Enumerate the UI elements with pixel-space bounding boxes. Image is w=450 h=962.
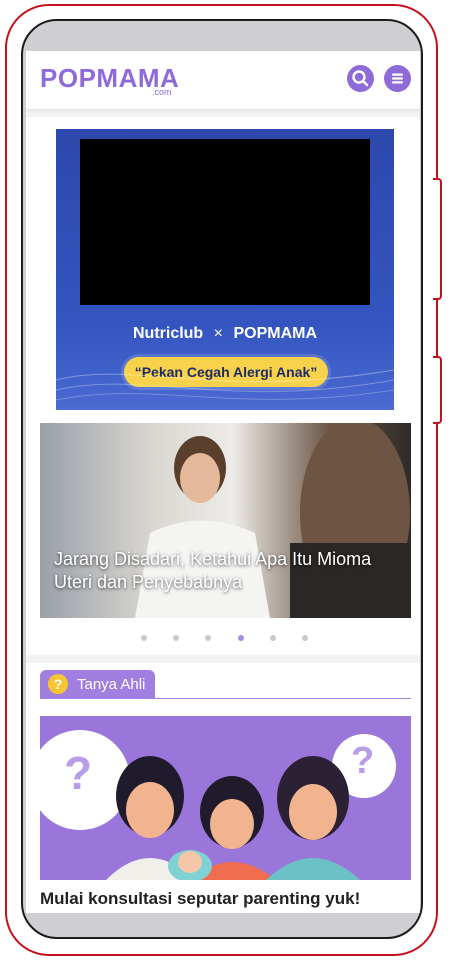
carousel-dot[interactable] (270, 635, 276, 641)
carousel-dot[interactable] (302, 635, 308, 641)
promo-video[interactable] (80, 139, 370, 305)
phone-screen-bezel: POPMAMA .com Nutriclub × POPMAMA “Pekan … (21, 19, 423, 939)
carousel-dot[interactable] (205, 635, 211, 641)
main-content: Nutriclub × POPMAMA “Pekan Cegah Alergi … (26, 117, 420, 655)
hamburger-menu-icon (392, 73, 403, 84)
search-icon (352, 70, 369, 87)
section-divider (40, 698, 411, 699)
site-header: POPMAMA .com (26, 51, 420, 109)
carousel-dot[interactable] (173, 635, 179, 641)
volume-button (433, 178, 442, 300)
screen: POPMAMA .com Nutriclub × POPMAMA “Pekan … (26, 51, 420, 913)
search-button[interactable] (347, 65, 374, 92)
carousel-dot-active[interactable] (238, 635, 244, 641)
consultation-banner[interactable]: ? ? (40, 716, 411, 880)
menu-button[interactable] (384, 65, 411, 92)
question-icon: ? (48, 674, 68, 694)
promo-banner[interactable]: Nutriclub × POPMAMA “Pekan Cegah Alergi … (56, 129, 394, 410)
power-button (433, 356, 442, 424)
mothers-illustration (106, 756, 360, 880)
article-title[interactable]: Jarang Disadari, Ketahui Apa Itu Mioma U… (54, 548, 374, 594)
tanya-ahli-tab[interactable]: ? Tanya Ahli (40, 670, 156, 698)
carousel-dot[interactable] (141, 635, 147, 641)
tanya-ahli-label: Tanya Ahli (77, 675, 146, 693)
logo-domain: .com (152, 87, 172, 97)
tanya-ahli-section: ? Tanya Ahli ? ? Mulai konsultasi seputa… (26, 663, 420, 913)
carousel-slide[interactable]: Jarang Disadari, Ketahui Apa Itu Mioma U… (40, 423, 411, 618)
wave-decoration (56, 369, 394, 401)
consultation-cta[interactable]: Mulai konsultasi seputar parenting yuk! (40, 889, 360, 909)
